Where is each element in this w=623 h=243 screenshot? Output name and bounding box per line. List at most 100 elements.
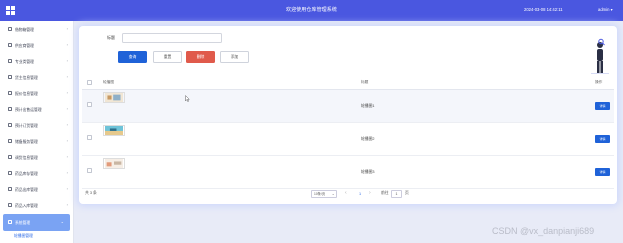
goto-prefix: 前往 (381, 191, 389, 195)
sidebar-item-label: 报价信息管理 (15, 91, 38, 96)
delete-button[interactable]: 删除 (186, 51, 215, 63)
menu-icon (8, 27, 12, 31)
chevron-right-icon: › (66, 202, 68, 207)
sidebar-item-label: 预计出售运管理 (15, 107, 42, 112)
next-page-button[interactable]: › (369, 190, 371, 196)
row-checkbox[interactable] (87, 102, 92, 107)
page-size-select[interactable]: 10条/页 ⌄ (311, 190, 337, 198)
menu-icon (8, 155, 12, 159)
illustration-person-icon (591, 38, 609, 74)
sidebar-item-label: 借物箱管理 (15, 27, 34, 32)
reset-button[interactable]: 重置 (153, 51, 182, 63)
sidebar-item-11[interactable]: 药品出库管理 › (0, 181, 74, 198)
sidebar-item-label: 货主信息管理 (15, 75, 38, 80)
goto-page-input[interactable]: 1 (391, 190, 402, 198)
chevron-right-icon: › (66, 58, 68, 63)
chevron-right-icon: › (66, 122, 68, 127)
chevron-right-icon: › (66, 186, 68, 191)
sidebar-item-7[interactable]: 预计订货管理 › (0, 117, 74, 134)
table-header: 轮播图 标题 操作 (82, 75, 614, 90)
sidebar-item-label: 预计订货管理 (15, 123, 38, 128)
sidebar: 借物箱管理 › 供应商管理 › 专业类管理 › 货主信息管理 › 报价信息管理 › 预计出… (0, 21, 74, 243)
chevron-right-icon: › (66, 138, 68, 143)
row-title: 轮播图1 (361, 104, 375, 108)
sidebar-item-label: 药品入库管理 (15, 203, 38, 208)
sidebar-item-label: 药品出库管理 (15, 187, 38, 192)
chevron-right-icon: › (66, 90, 68, 95)
sidebar-item-label: 储备服务管理 (15, 139, 38, 144)
row-title: 轮播图3 (361, 170, 375, 174)
sidebar-item-label: 供应商管理 (15, 43, 34, 48)
menu-icon (8, 75, 12, 79)
chevron-down-icon: ▾ (609, 7, 613, 12)
sidebar-item-10[interactable]: 药品库存管理 › (0, 165, 74, 182)
add-button[interactable]: 添加 (220, 51, 249, 63)
select-all-checkbox[interactable] (87, 80, 92, 85)
carousel-thumbnail (103, 92, 125, 103)
sidebar-item-3[interactable]: 专业类管理 › (0, 53, 74, 70)
sidebar-item-12[interactable]: 药品入库管理 › (0, 197, 74, 214)
chevron-right-icon: › (66, 154, 68, 159)
settings-icon (8, 220, 12, 224)
sidebar-subitem-carousel[interactable]: 轮播图管理 (14, 234, 33, 239)
chevron-right-icon: › (66, 74, 68, 79)
column-header-image: 轮播图 (103, 80, 115, 84)
carousel-thumbnail (103, 125, 125, 136)
sidebar-item-1[interactable]: 借物箱管理 › (0, 21, 74, 38)
row-title: 轮播图2 (361, 137, 375, 141)
menu-icon (8, 203, 12, 207)
search-label: 标题 (107, 35, 115, 40)
column-header-action: 操作 (595, 80, 603, 84)
username: admin (598, 7, 610, 12)
menu-icon (8, 171, 12, 175)
detail-button[interactable]: 详情 (595, 135, 610, 143)
table-row[interactable]: 轮播图3 详情 (82, 156, 614, 189)
menu-icon (8, 187, 12, 191)
chevron-right-icon: › (66, 170, 68, 175)
page-number-current[interactable]: 1 (357, 190, 363, 198)
menu-icon (8, 91, 12, 95)
chevron-down-icon: ⌄ (331, 192, 335, 196)
sidebar-item-2[interactable]: 供应商管理 › (0, 37, 74, 54)
chevron-right-icon: › (66, 42, 68, 47)
menu-icon (8, 43, 12, 47)
table-row[interactable]: 轮播图1 详情 (82, 90, 614, 123)
table-row[interactable]: 轮播图2 详情 (82, 123, 614, 156)
search-button[interactable]: 查询 (118, 51, 147, 63)
total-count: 共 3 条 (85, 191, 97, 195)
detail-button[interactable]: 详情 (595, 168, 610, 176)
chevron-right-icon: › (66, 106, 68, 111)
watermark: CSDN @vx_danpianji689 (492, 226, 595, 236)
sidebar-item-label: 专业类管理 (15, 59, 34, 64)
sidebar-item-6[interactable]: 预计出售运管理 › (0, 101, 74, 118)
pagination: 共 3 条 10条/页 ⌄ ‹ 1 › 前往 1 页 (79, 190, 617, 202)
datetime: 2024-03-08 14:42:11 (524, 7, 563, 12)
row-checkbox[interactable] (87, 135, 92, 140)
prev-page-button[interactable]: ‹ (345, 190, 347, 196)
row-checkbox[interactable] (87, 168, 92, 173)
sidebar-item-5[interactable]: 报价信息管理 › (0, 85, 74, 102)
menu-icon (8, 59, 12, 63)
goto-suffix: 页 (405, 191, 409, 195)
menu-icon (8, 123, 12, 127)
page-size-value: 10条/页 (314, 192, 326, 196)
sidebar-item-8[interactable]: 储备服务管理 › (0, 133, 74, 150)
sidebar-item-label: 药品库存管理 (15, 171, 38, 176)
sidebar-item-label: 系统管理 (15, 220, 31, 225)
menu-icon (8, 107, 12, 111)
sidebar-item-4[interactable]: 货主信息管理 › (0, 69, 74, 86)
chevron-down-icon: ⌄ (60, 219, 64, 224)
sidebar-item-system[interactable]: 系统管理 ⌄ (3, 214, 70, 231)
carousel-thumbnail (103, 158, 125, 169)
search-input[interactable] (122, 33, 222, 43)
sidebar-item-9[interactable]: 调货信息管理 › (0, 149, 74, 166)
mouse-cursor-icon (185, 95, 190, 102)
detail-button[interactable]: 详情 (595, 102, 610, 110)
user-menu[interactable]: admin ▾ (598, 7, 613, 12)
main-panel: 标题 查询 重置 删除 添加 轮播图 标题 操作 轮播图1 详情 轮播图2 详情… (79, 26, 617, 204)
chevron-right-icon: › (66, 26, 68, 31)
menu-icon (8, 139, 12, 143)
top-bar: 欢迎使用仓库管理系统 2024-03-08 14:42:11 admin ▾ (0, 0, 623, 21)
column-header-title: 标题 (361, 80, 369, 84)
sidebar-item-label: 调货信息管理 (15, 155, 38, 160)
